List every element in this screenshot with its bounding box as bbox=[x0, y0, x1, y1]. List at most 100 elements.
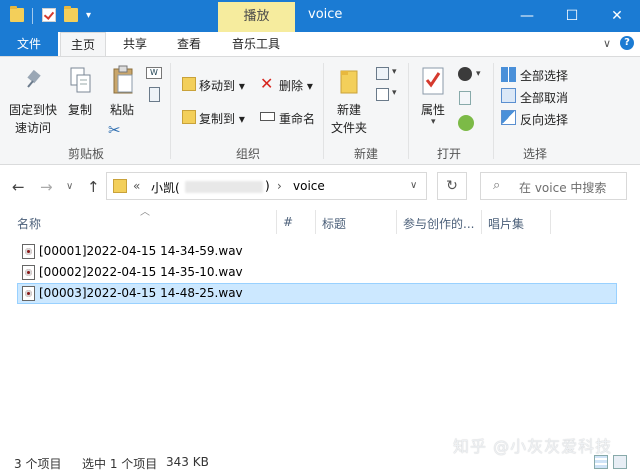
column-separator[interactable] bbox=[315, 210, 316, 234]
audio-file-icon bbox=[22, 286, 35, 301]
recent-locations-button[interactable]: ∨ bbox=[66, 181, 73, 192]
copy-button[interactable]: 复制 bbox=[68, 101, 92, 118]
column-separator[interactable] bbox=[396, 210, 397, 234]
ribbon: 固定到快 速访问 复制 粘贴 ✂ W 剪贴板 移动到 ▾ 复制到 ▾ ✕ 删除 … bbox=[0, 56, 640, 165]
breadcrumb-separator[interactable]: › bbox=[277, 179, 282, 193]
new-folder-label-2[interactable]: 文件夹 bbox=[331, 119, 367, 136]
file-name[interactable]: [00003]2022-04-15 14-48-25.wav bbox=[39, 286, 243, 300]
easy-access-icon[interactable] bbox=[376, 88, 389, 101]
folder-icon bbox=[113, 179, 127, 193]
new-folder-label-1[interactable]: 新建 bbox=[337, 101, 361, 118]
group-separator bbox=[170, 63, 171, 159]
open-with-icon[interactable] bbox=[458, 67, 472, 81]
copy-to-label: 复制到 bbox=[199, 112, 236, 126]
column-header-artists[interactable]: 参与创作的... bbox=[403, 215, 474, 233]
breadcrumb-overflow[interactable]: « bbox=[133, 179, 140, 193]
pin-label-1[interactable]: 固定到快 bbox=[9, 101, 57, 118]
forward-button[interactable]: → bbox=[40, 178, 53, 196]
tab-home[interactable]: 主页 bbox=[60, 32, 106, 57]
column-header-number[interactable]: # bbox=[283, 215, 293, 233]
invert-selection-button[interactable]: 反向选择 bbox=[520, 111, 568, 128]
close-button[interactable]: ✕ bbox=[594, 0, 640, 32]
search-icon: ⌕ bbox=[493, 178, 501, 193]
tab-view[interactable]: 查看 bbox=[168, 32, 210, 56]
audio-file-icon bbox=[22, 244, 35, 259]
new-item-icon[interactable] bbox=[376, 67, 389, 80]
rename-icon bbox=[260, 112, 275, 121]
select-all-button[interactable]: 全部选择 bbox=[520, 67, 568, 84]
paste-shortcut-icon[interactable] bbox=[149, 87, 160, 102]
group-organize-label: 组织 bbox=[236, 147, 261, 161]
new-folder-qat-icon[interactable] bbox=[64, 6, 78, 22]
column-header-title[interactable]: 标题 bbox=[322, 215, 346, 233]
breadcrumb-blurred-name bbox=[185, 181, 263, 193]
ribbon-tabs: 文件 主页 共享 查看 音乐工具 ∨ bbox=[0, 32, 640, 57]
minimize-button[interactable]: — bbox=[504, 0, 550, 32]
paste-button[interactable]: 粘贴 bbox=[110, 101, 134, 118]
column-separator[interactable] bbox=[481, 210, 482, 234]
easy-access-dropdown-icon[interactable]: ▾ bbox=[392, 88, 397, 98]
edit-icon[interactable] bbox=[459, 91, 471, 105]
back-button[interactable]: ← bbox=[12, 178, 25, 196]
column-separator[interactable] bbox=[276, 210, 277, 234]
context-tab-play[interactable]: 播放 bbox=[218, 2, 295, 32]
search-placeholder[interactable]: 在 voice 中搜索 bbox=[519, 179, 606, 196]
refresh-button[interactable]: ↻ bbox=[437, 172, 467, 200]
breadcrumb-parent[interactable]: 小凯( bbox=[151, 179, 180, 196]
history-icon[interactable] bbox=[458, 115, 474, 131]
column-header-name[interactable]: 名称 bbox=[17, 215, 41, 233]
file-row[interactable]: [00002]2022-04-15 14-35-10.wav bbox=[17, 262, 617, 283]
copy-path-icon[interactable]: W bbox=[146, 67, 162, 79]
delete-button[interactable]: 删除 ▾ bbox=[279, 77, 313, 94]
rename-button[interactable]: 重命名 bbox=[279, 110, 315, 127]
properties-icon bbox=[422, 67, 444, 95]
properties-qat-icon[interactable] bbox=[42, 8, 56, 22]
properties-dropdown-icon[interactable]: ▾ bbox=[431, 117, 436, 127]
tab-share[interactable]: 共享 bbox=[114, 32, 156, 56]
address-dropdown-icon[interactable]: ∨ bbox=[410, 180, 417, 191]
group-separator bbox=[408, 63, 409, 159]
file-name[interactable]: [00002]2022-04-15 14-35-10.wav bbox=[39, 265, 243, 279]
open-dropdown-icon[interactable]: ▾ bbox=[476, 69, 481, 79]
large-icons-view-icon[interactable] bbox=[613, 455, 627, 469]
maximize-button[interactable]: ☐ bbox=[549, 0, 595, 32]
group-clipboard-label: 剪贴板 bbox=[68, 147, 105, 161]
move-to-button[interactable]: 移动到 ▾ bbox=[199, 77, 245, 94]
new-folder-icon bbox=[339, 67, 359, 95]
up-button[interactable]: ↑ bbox=[87, 178, 100, 196]
help-icon[interactable]: ? bbox=[620, 36, 634, 50]
group-new-label: 新建 bbox=[354, 147, 379, 161]
folder-icon bbox=[10, 6, 24, 22]
copy-to-button[interactable]: 复制到 ▾ bbox=[199, 110, 245, 127]
column-header-album[interactable]: 唱片集 bbox=[488, 215, 524, 233]
details-view-icon[interactable] bbox=[594, 455, 608, 469]
select-none-button[interactable]: 全部取消 bbox=[520, 89, 568, 106]
copy-to-icon bbox=[182, 110, 196, 124]
status-selected-size: 343 KB bbox=[166, 455, 209, 469]
breadcrumb-current[interactable]: voice bbox=[293, 179, 325, 193]
new-item-dropdown-icon[interactable]: ▾ bbox=[392, 67, 397, 77]
tab-file[interactable]: 文件 bbox=[0, 32, 58, 56]
pin-label-2[interactable]: 速访问 bbox=[15, 119, 51, 136]
properties-button[interactable]: 属性 bbox=[421, 101, 445, 118]
pin-icon bbox=[22, 69, 44, 91]
invert-selection-icon bbox=[501, 110, 516, 125]
move-to-icon bbox=[182, 77, 196, 91]
group-separator bbox=[493, 63, 494, 159]
cut-icon[interactable]: ✂ bbox=[108, 121, 121, 139]
explorer-window: ▾ 播放 voice — ☐ ✕ 文件 主页 共享 查看 音乐工具 ∨ ? 固定… bbox=[0, 0, 640, 474]
column-separator[interactable] bbox=[550, 210, 551, 234]
breadcrumb-parent-close: ) bbox=[265, 179, 270, 193]
tab-music-tools[interactable]: 音乐工具 bbox=[222, 32, 290, 56]
paste-icon bbox=[112, 65, 136, 95]
ribbon-expand-icon[interactable]: ∨ bbox=[603, 37, 611, 50]
copy-icon bbox=[70, 67, 92, 95]
select-none-icon bbox=[501, 88, 516, 103]
file-name[interactable]: [00001]2022-04-15 14-34-59.wav bbox=[39, 244, 243, 258]
file-row[interactable]: [00001]2022-04-15 14-34-59.wav bbox=[17, 241, 617, 262]
address-bar[interactable]: « 小凯( ) › voice ∨ bbox=[106, 172, 427, 200]
search-box[interactable]: ⌕ 在 voice 中搜索 bbox=[480, 172, 627, 200]
window-title: voice bbox=[308, 7, 343, 22]
qat-customize-icon[interactable]: ▾ bbox=[86, 10, 91, 21]
file-row-selected[interactable]: [00003]2022-04-15 14-48-25.wav bbox=[17, 283, 617, 304]
